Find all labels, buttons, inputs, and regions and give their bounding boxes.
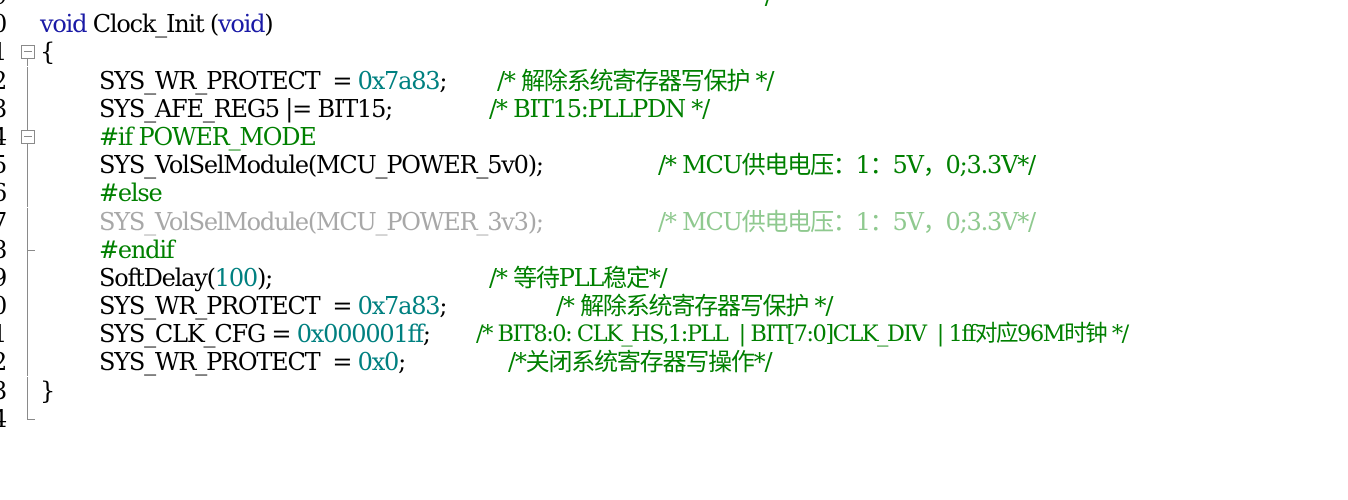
line-number: 3	[0, 377, 12, 405]
code-line[interactable]: 1 SYS_CLK_CFG = 0x000001ff; /* BIT8:0: C…	[0, 320, 1348, 349]
function-name: Clock_Init	[92, 10, 205, 39]
fold-guide	[20, 376, 36, 405]
code-text: ;	[422, 320, 431, 349]
fold-guide	[20, 66, 36, 95]
code-text: ;	[439, 66, 447, 95]
line-number: 8	[0, 236, 12, 264]
paren: (	[209, 10, 219, 39]
line-number: 1	[0, 320, 12, 348]
comment-text: /*关闭系统寄存器写操作*/	[508, 348, 773, 377]
code-text: ;	[398, 348, 406, 377]
preprocessor-directive: #endif	[99, 235, 175, 264]
code-line[interactable]: 0 void Clock_Init (void)	[0, 10, 1348, 38]
keyword: void	[218, 10, 265, 39]
code-line[interactable]: 1 {	[0, 38, 1348, 67]
statement: SYS_VolSelModule(MCU_POWER_5v0);	[99, 151, 544, 180]
preprocessor-directive: #if POWER_MODE	[99, 122, 317, 151]
comment-text: /* 解除系统寄存器写保护 */	[497, 66, 774, 95]
comment-text: /* MCU供电电压：1：5V，0;3.3V*/	[658, 151, 1036, 180]
code-line[interactable]: 0 SYS_WR_PROTECT = 0x7a83; /* 解除系统寄存器写保护…	[0, 292, 1348, 321]
line-number: 9	[0, 264, 12, 292]
code-line[interactable]: 2 SYS_WR_PROTECT = 0x0; /*关闭系统寄存器写操作*/	[0, 348, 1348, 377]
line-number: 7	[0, 208, 12, 236]
line-number: 6	[0, 179, 12, 207]
number-literal: 100	[214, 263, 258, 292]
fold-toggle-icon[interactable]	[20, 38, 36, 67]
code-line[interactable]: 3 SYS_AFE_REG5 |= BIT15; /* BIT15:PLLPDN…	[0, 94, 1348, 123]
line-number: 0	[0, 10, 12, 38]
comment-text: /* MCU供电电压：1：5V，0;3.3V*/	[658, 207, 1036, 236]
preprocessor-directive: #else	[99, 179, 163, 208]
fold-end-icon	[20, 0, 36, 10]
code-text: SoftDelay(	[99, 263, 216, 292]
code-text: );	[257, 263, 273, 292]
fold-end-icon	[20, 404, 36, 433]
line-number: 4	[0, 123, 12, 151]
code-text: SYS_WR_PROTECT =	[99, 292, 358, 321]
fold-guide	[20, 94, 36, 123]
statement: SYS_CLK_CFG = 0x000001ff;	[99, 320, 431, 349]
brace: }	[40, 376, 55, 405]
function-signature: void Clock_Init (void)	[40, 10, 274, 39]
code-line[interactable]: 9 **************************************…	[0, 0, 1348, 10]
fold-guide	[20, 151, 36, 180]
line-number: 2	[0, 348, 12, 376]
code-line[interactable]: 4	[0, 404, 1348, 433]
code-text: SYS_WR_PROTECT =	[99, 66, 358, 95]
line-number: 9	[0, 0, 12, 10]
code-line[interactable]: 6 #else	[0, 179, 1348, 208]
code-text: SYS_CLK_CFG =	[99, 320, 297, 349]
comment-text: ****************************************…	[52, 0, 773, 10]
statement: SoftDelay(100);	[99, 263, 273, 292]
fold-end-icon	[20, 235, 36, 264]
statement: SYS_WR_PROTECT = 0x0;	[99, 348, 406, 377]
number-literal: 0x000001ff	[296, 320, 424, 349]
code-line[interactable]: 4 #if POWER_MODE	[0, 122, 1348, 151]
fold-guide	[20, 207, 36, 236]
comment-text: /* BIT15:PLLPDN */	[489, 94, 710, 123]
comment-text: /* BIT8:0: CLK_HS,1:PLL | BIT[7:0]CLK_DI…	[476, 321, 1129, 348]
statement: SYS_VolSelModule(MCU_POWER_3v3);	[99, 207, 544, 236]
code-line[interactable]: 2 SYS_WR_PROTECT = 0x7a83; /* 解除系统寄存器写保护…	[0, 66, 1348, 95]
line-number: 5	[0, 151, 12, 179]
keyword: void	[40, 10, 87, 39]
paren: )	[264, 10, 273, 39]
code-editor[interactable]: 9 **************************************…	[0, 0, 1348, 433]
statement: SYS_WR_PROTECT = 0x7a83;	[99, 292, 447, 321]
number-literal: 0x0	[357, 348, 400, 377]
line-number: 4	[0, 405, 12, 433]
fold-guide	[20, 179, 36, 208]
code-line[interactable]: 8 #endif	[0, 235, 1348, 264]
code-line[interactable]: 5 SYS_VolSelModule(MCU_POWER_5v0); /* MC…	[0, 151, 1348, 180]
fold-toggle-icon[interactable]	[20, 122, 36, 151]
number-literal: 0x7a83	[357, 292, 441, 321]
number-literal: 0x7a83	[357, 66, 441, 95]
fold-guide	[20, 320, 36, 349]
line-number: 2	[0, 67, 12, 95]
line-number: 3	[0, 95, 12, 123]
fold-guide	[20, 263, 36, 292]
statement: SYS_AFE_REG5 |= BIT15;	[99, 94, 393, 123]
code-line-inactive[interactable]: 7 SYS_VolSelModule(MCU_POWER_3v3); /* MC…	[0, 207, 1348, 236]
code-text: SYS_WR_PROTECT =	[99, 348, 358, 377]
code-line[interactable]: 3 }	[0, 376, 1348, 405]
brace: {	[40, 38, 55, 67]
statement: SYS_WR_PROTECT = 0x7a83;	[99, 66, 447, 95]
comment-text: /* 等待PLL稳定*/	[489, 263, 668, 292]
fold-guide	[20, 348, 36, 377]
line-number: 1	[0, 38, 12, 66]
code-line[interactable]: 9 SoftDelay(100); /* 等待PLL稳定*/	[0, 263, 1348, 292]
comment-text: /* 解除系统寄存器写保护 */	[556, 292, 833, 321]
fold-guide	[20, 292, 36, 321]
code-text: ;	[439, 292, 447, 321]
line-number: 0	[0, 292, 12, 320]
